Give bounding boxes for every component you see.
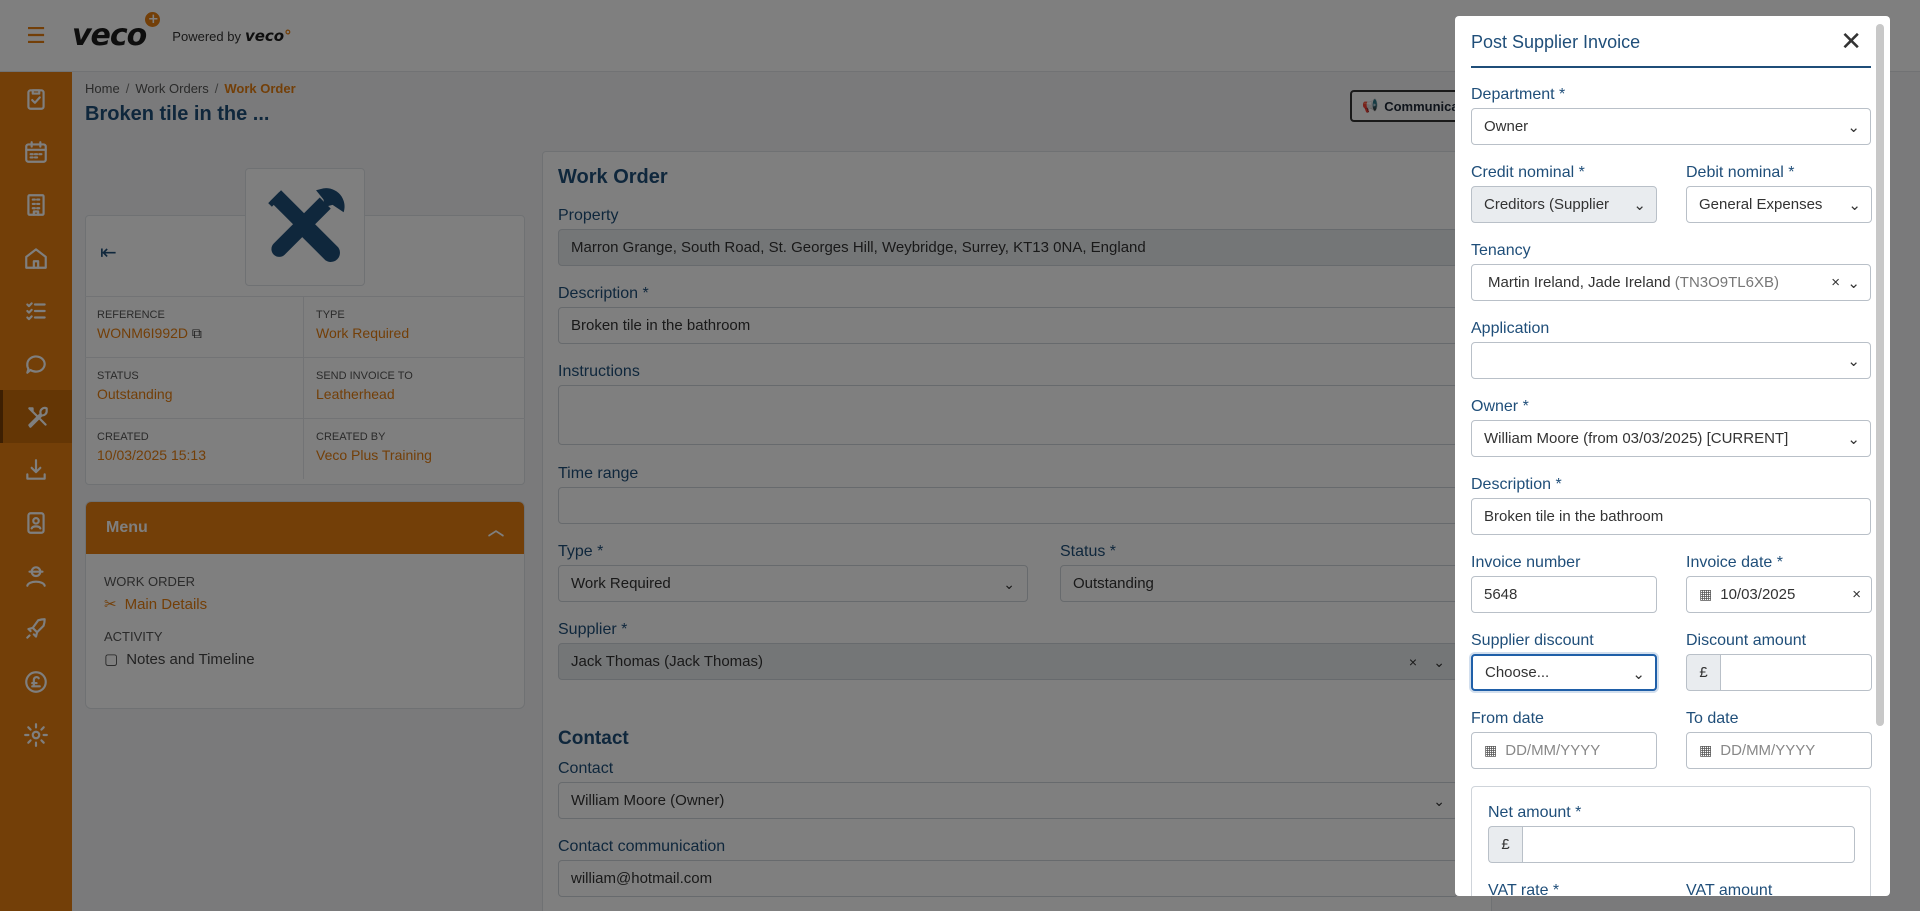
clear-icon[interactable]: × — [1831, 274, 1840, 291]
net-amount-input[interactable] — [1522, 826, 1855, 863]
invoice-number-label: Invoice number — [1471, 554, 1581, 571]
supplier-discount-label: Supplier discount — [1471, 632, 1594, 649]
tenancy-select[interactable]: Martin Ireland, Jade Ireland (TN3O9TL6XB… — [1471, 264, 1871, 301]
chevron-down-icon: ⌄ — [1847, 119, 1860, 136]
description-label: Description * — [1471, 476, 1562, 493]
chevron-down-icon: ⌄ — [1847, 353, 1860, 370]
clear-icon[interactable]: × — [1852, 586, 1861, 603]
description-input[interactable]: Broken tile in the bathroom — [1471, 498, 1871, 535]
calendar-icon: ▦ — [1699, 742, 1713, 758]
chevron-down-icon: ⌄ — [1632, 666, 1645, 683]
debit-nominal-label: Debit nominal * — [1686, 164, 1795, 181]
modal-title: Post Supplier Invoice — [1471, 32, 1641, 52]
credit-nominal-select[interactable]: Creditors (Supplier ⌄ — [1471, 186, 1657, 223]
invoice-number-input[interactable]: 5648 — [1471, 576, 1657, 613]
debit-nominal-select[interactable]: General Expenses ⌄ — [1686, 186, 1872, 223]
owner-label: Owner * — [1471, 398, 1529, 415]
post-supplier-invoice-modal: Post Supplier Invoice ✕ Department * Own… — [1455, 16, 1890, 896]
credit-nominal-label: Credit nominal * — [1471, 164, 1585, 181]
net-amount-label: Net amount * — [1488, 804, 1582, 821]
chevron-down-icon: ⌄ — [1847, 275, 1860, 292]
modal-scrollbar[interactable] — [1876, 24, 1884, 726]
tenancy-label: Tenancy — [1471, 242, 1531, 259]
currency-prefix: £ — [1488, 826, 1522, 863]
vat-rate-label: VAT rate * — [1488, 882, 1560, 896]
to-date-input[interactable]: ▦ DD/MM/YYYY — [1686, 732, 1872, 769]
chevron-down-icon: ⌄ — [1629, 196, 1646, 214]
invoice-date-input[interactable]: ▦ 10/03/2025 × — [1686, 576, 1872, 613]
department-label: Department * — [1471, 86, 1566, 103]
owner-select[interactable]: William Moore (from 03/03/2025) [CURRENT… — [1471, 420, 1871, 457]
currency-prefix: £ — [1686, 654, 1720, 691]
from-date-label: From date — [1471, 710, 1544, 727]
calendar-icon: ▦ — [1699, 586, 1713, 602]
calendar-icon: ▦ — [1484, 742, 1498, 758]
application-label: Application — [1471, 320, 1550, 337]
chevron-down-icon: ⌄ — [1847, 431, 1860, 448]
chevron-down-icon: ⌄ — [1848, 197, 1861, 214]
invoice-date-label: Invoice date * — [1686, 554, 1783, 571]
supplier-discount-select[interactable]: Choose... ⌄ — [1471, 654, 1657, 691]
from-date-input[interactable]: ▦ DD/MM/YYYY — [1471, 732, 1657, 769]
to-date-label: To date — [1686, 710, 1739, 727]
close-icon[interactable]: ✕ — [1840, 28, 1862, 54]
application-select[interactable]: ⌄ — [1471, 342, 1871, 379]
department-select[interactable]: Owner ⌄ — [1471, 108, 1871, 145]
discount-amount-label: Discount amount — [1686, 632, 1807, 649]
title-divider — [1471, 66, 1871, 68]
discount-amount-input[interactable] — [1720, 654, 1872, 691]
vat-amount-label: VAT amount — [1686, 882, 1773, 896]
